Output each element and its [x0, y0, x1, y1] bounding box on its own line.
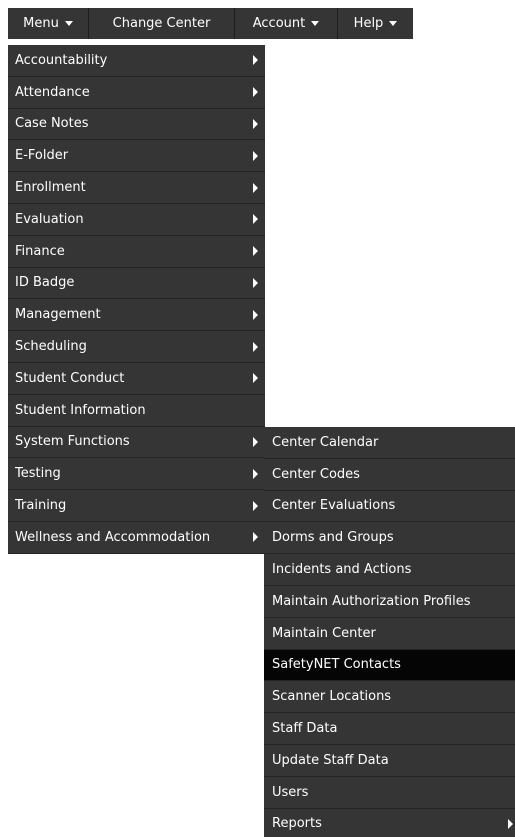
chevron-right-icon — [253, 87, 258, 98]
submenu-item-center-calendar[interactable]: Center Calendar — [264, 427, 515, 459]
menu-item-item-label: Student Information — [15, 402, 146, 418]
menu-item-evaluation[interactable]: Evaluation — [8, 204, 265, 236]
menu-button-label: Menu — [23, 16, 59, 31]
menu-item-system-functions[interactable]: System Functions — [8, 427, 265, 459]
submenu-item-item-label: Staff Data — [272, 721, 338, 737]
submenu-item-item-label: Center Calendar — [272, 434, 379, 450]
chevron-right-icon — [253, 500, 258, 511]
menu-item-case-notes[interactable]: Case Notes — [8, 109, 265, 141]
submenu-item-center-evaluations[interactable]: Center Evaluations — [264, 491, 515, 523]
submenu-item-scanner-locations[interactable]: Scanner Locations — [264, 681, 515, 714]
submenu-item-item-label: Reports — [272, 816, 322, 832]
menu-item-student-conduct[interactable]: Student Conduct — [8, 363, 265, 395]
chevron-right-icon — [253, 118, 258, 129]
menu-item-item-label: Training — [15, 498, 67, 514]
menu-item-item-label: Testing — [15, 466, 61, 482]
submenu-item-users[interactable]: Users — [264, 777, 515, 809]
submenu-item-maintain-authorization-profiles[interactable]: Maintain Authorization Profiles — [264, 586, 515, 618]
system-functions-submenu: Center Calendar Center Codes Center Evalua… — [264, 427, 515, 837]
menu-item-testing[interactable]: Testing — [8, 458, 265, 491]
chevron-right-icon — [253, 277, 258, 288]
submenu-item-center-codes[interactable]: Center Codes — [264, 459, 515, 491]
menu-item-item-label: Case Notes — [15, 116, 89, 132]
help-button-label: Help — [353, 16, 384, 31]
menu-item-item-label: Management — [15, 307, 101, 323]
account-button[interactable]: Account — [235, 8, 338, 39]
menu-item-attendance[interactable]: Attendance — [8, 77, 265, 109]
main-dropdown-menu: Accountability Attendance Case Notes E-Fold… — [8, 45, 265, 554]
submenu-item-dorms-and-groups[interactable]: Dorms and Groups — [264, 522, 515, 555]
chevron-right-icon — [253, 468, 258, 479]
menu-item-training[interactable]: Training — [8, 490, 265, 522]
chevron-right-icon — [253, 214, 258, 225]
submenu-item-item-label: Users — [272, 784, 309, 800]
menu-item-item-label: System Functions — [15, 434, 130, 450]
chevron-right-icon — [253, 150, 258, 161]
menu-item-e-folder[interactable]: E-Folder — [8, 140, 265, 173]
chevron-right-icon — [253, 182, 258, 193]
caret-down-icon — [64, 21, 73, 26]
submenu-item-item-label: Maintain Center — [272, 625, 376, 641]
menu-item-scheduling[interactable]: Scheduling — [8, 331, 265, 363]
menu-item-item-label: Attendance — [15, 84, 90, 100]
menu-item-item-label: E-Folder — [15, 148, 69, 164]
submenu-item-maintain-center[interactable]: Maintain Center — [264, 618, 515, 650]
menu-item-wellness-and-accommodation[interactable]: Wellness and Accommodation — [8, 522, 265, 554]
menu-item-student-information[interactable]: Student Information — [8, 395, 265, 427]
submenu-item-reports[interactable]: Reports — [264, 809, 515, 837]
menu-item-id-badge[interactable]: ID Badge — [8, 268, 265, 300]
change-center-button[interactable]: Change Center — [89, 8, 235, 39]
menu-item-item-label: Enrollment — [15, 180, 86, 196]
caret-down-icon — [389, 21, 398, 26]
menu-item-management[interactable]: Management — [8, 299, 265, 332]
submenu-item-update-staff-data[interactable]: Update Staff Data — [264, 745, 515, 777]
chevron-right-icon — [508, 818, 513, 829]
menu-item-item-label: Scheduling — [15, 339, 87, 355]
submenu-item-item-label: SafetyNET Contacts — [272, 657, 401, 673]
account-button-label: Account — [252, 16, 306, 31]
submenu-item-staff-data[interactable]: Staff Data — [264, 713, 515, 745]
menu-button[interactable]: Menu — [8, 8, 89, 39]
submenu-item-item-label: Incidents and Actions — [272, 562, 412, 578]
chevron-right-icon — [253, 55, 258, 66]
caret-down-icon — [311, 21, 320, 26]
menu-item-item-label: ID Badge — [15, 275, 75, 291]
help-button[interactable]: Help — [338, 8, 413, 39]
submenu-item-item-label: Maintain Authorization Profiles — [272, 593, 471, 609]
chevron-right-icon — [253, 309, 258, 320]
submenu-item-item-label: Center Codes — [272, 466, 360, 482]
menu-item-enrollment[interactable]: Enrollment — [8, 172, 265, 204]
chevron-right-icon — [253, 373, 258, 384]
chevron-right-icon — [253, 532, 258, 543]
submenu-item-item-label: Center Evaluations — [272, 498, 396, 514]
chevron-right-icon — [253, 246, 258, 257]
menu-item-item-label: Accountability — [15, 52, 108, 68]
submenu-item-safetynet-contacts[interactable]: SafetyNET Contacts — [264, 649, 515, 682]
change-center-label: Change Center — [112, 16, 211, 31]
menu-item-item-label: Evaluation — [15, 211, 84, 227]
menu-item-item-label: Finance — [15, 243, 65, 259]
page: Menu Change Center Account Help Accounta… — [0, 0, 515, 837]
chevron-right-icon — [253, 341, 258, 352]
submenu-item-item-label: Dorms and Groups — [272, 530, 394, 546]
chevron-right-icon — [253, 436, 258, 447]
top-menu-bar: Menu Change Center Account Help — [8, 8, 413, 39]
submenu-item-item-label: Scanner Locations — [272, 689, 392, 705]
menu-item-accountability[interactable]: Accountability — [8, 45, 265, 77]
menu-item-item-label: Wellness and Accommodation — [15, 529, 211, 545]
menu-item-item-label: Student Conduct — [15, 370, 125, 386]
submenu-item-item-label: Update Staff Data — [272, 752, 389, 768]
submenu-item-incidents-and-actions[interactable]: Incidents and Actions — [264, 554, 515, 586]
menu-item-finance[interactable]: Finance — [8, 236, 265, 268]
